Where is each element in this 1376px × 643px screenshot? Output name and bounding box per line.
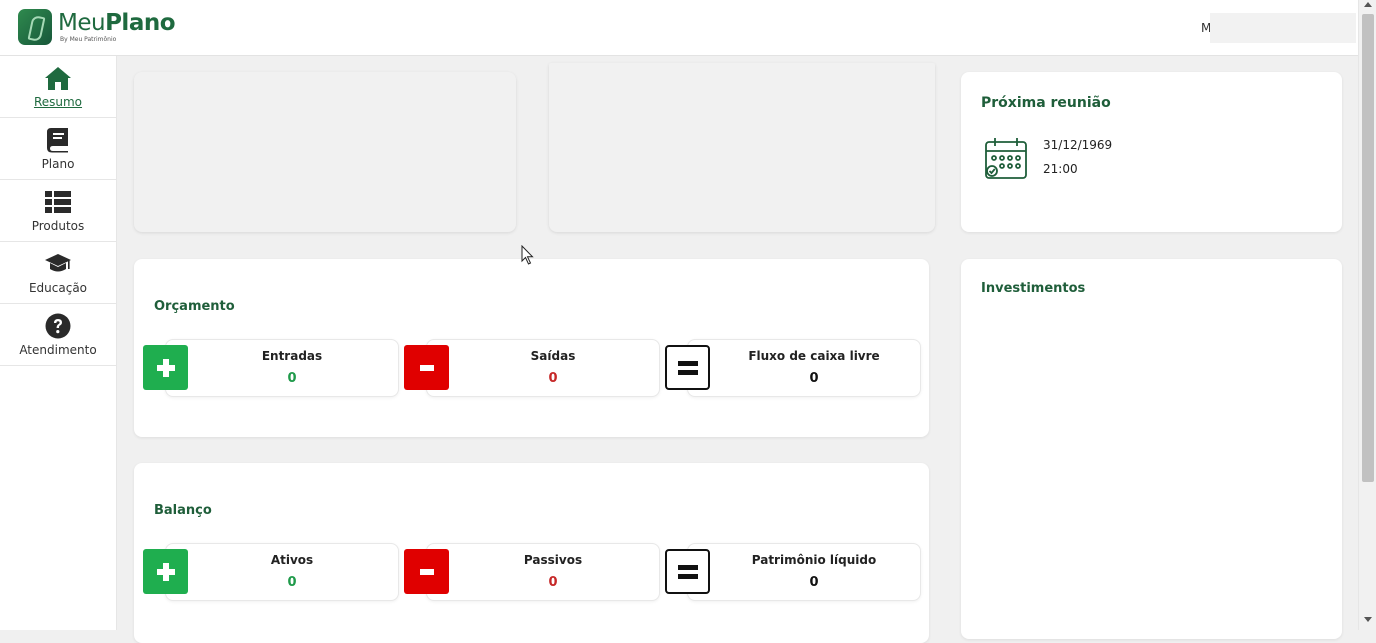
mouse-pointer-icon [521, 245, 534, 265]
sidebar-item-atendimento[interactable]: Atendimento [0, 304, 116, 366]
next-meeting-card: Próxima reunião 31/12/1969 21:00 [961, 72, 1342, 232]
scroll-up-arrow-icon[interactable] [1364, 2, 1372, 7]
scroll-down-arrow-icon[interactable] [1364, 617, 1372, 622]
assets-label: Ativos [270, 553, 314, 567]
balance-title: Balanço [154, 503, 212, 518]
net-worth-value: 0 [809, 575, 819, 590]
scroll-thumb[interactable] [1362, 14, 1374, 482]
cashflow-tile[interactable]: Fluxo de caixa livre 0 [665, 339, 921, 397]
help-icon [45, 313, 71, 338]
sidebar-item-label: Produtos [31, 218, 85, 233]
next-meeting-title: Próxima reunião [981, 95, 1111, 111]
page-scrollbar[interactable] [1358, 0, 1376, 630]
income-tile[interactable]: Entradas 0 [143, 339, 399, 397]
user-name-placeholder [1210, 13, 1356, 43]
income-label: Entradas [261, 349, 323, 363]
liabilities-label: Passivos [523, 553, 583, 567]
assets-value: 0 [287, 575, 297, 590]
top-bar: MeuPlano By Meu Patrimônio M [0, 0, 1358, 56]
placeholder-card-2 [549, 63, 935, 232]
calendar-icon [985, 138, 1027, 179]
budget-card: Orçamento Entradas 0 Saídas 0 Fluxo de c… [134, 259, 929, 437]
income-value: 0 [287, 371, 297, 386]
expenses-label: Saídas [530, 349, 576, 363]
logo-subtitle: By Meu Patrimônio [60, 35, 117, 43]
budget-title: Orçamento [154, 299, 235, 314]
net-worth-tile[interactable]: Patrimônio líquido 0 [665, 543, 921, 601]
placeholder-card-1 [134, 72, 516, 232]
cashflow-value: 0 [809, 371, 819, 386]
net-worth-label: Patrimônio líquido [751, 553, 877, 567]
logo-leaf-icon [18, 9, 52, 45]
meeting-date: 31/12/1969 [1043, 138, 1113, 152]
sidebar-item-plano[interactable]: Plano [0, 118, 116, 180]
balance-card: Balanço Ativos 0 Passivos 0 Patrimônio l… [134, 463, 929, 643]
book-icon [47, 127, 68, 152]
sidebar-item-educacao[interactable]: Educação [0, 242, 116, 304]
investments-card: Investimentos [961, 259, 1342, 639]
logo[interactable]: MeuPlano By Meu Patrimônio [18, 9, 176, 45]
sidebar-item-label: Plano [41, 156, 75, 171]
sidebar-item-label: Educação [28, 280, 88, 295]
cashflow-label: Fluxo de caixa livre [748, 349, 880, 363]
sidebar-item-produtos[interactable]: Produtos [0, 180, 116, 242]
sidebar-item-resumo[interactable]: Resumo [0, 56, 116, 118]
assets-tile[interactable]: Ativos 0 [143, 543, 399, 601]
logo-name: MeuPlano [58, 9, 176, 36]
graduation-cap-icon [45, 253, 71, 271]
liabilities-value: 0 [548, 575, 558, 590]
sidebar: Resumo Plano Produtos Educação Atendimen… [0, 56, 117, 630]
liabilities-tile[interactable]: Passivos 0 [404, 543, 660, 601]
list-icon [45, 190, 71, 213]
expenses-value: 0 [548, 371, 558, 386]
sidebar-item-label: Atendimento [19, 342, 97, 357]
meeting-time: 21:00 [1043, 162, 1078, 176]
sidebar-item-label: Resumo [33, 94, 83, 109]
investments-title: Investimentos [981, 281, 1086, 296]
home-icon [45, 66, 71, 90]
expenses-tile[interactable]: Saídas 0 [404, 339, 660, 397]
